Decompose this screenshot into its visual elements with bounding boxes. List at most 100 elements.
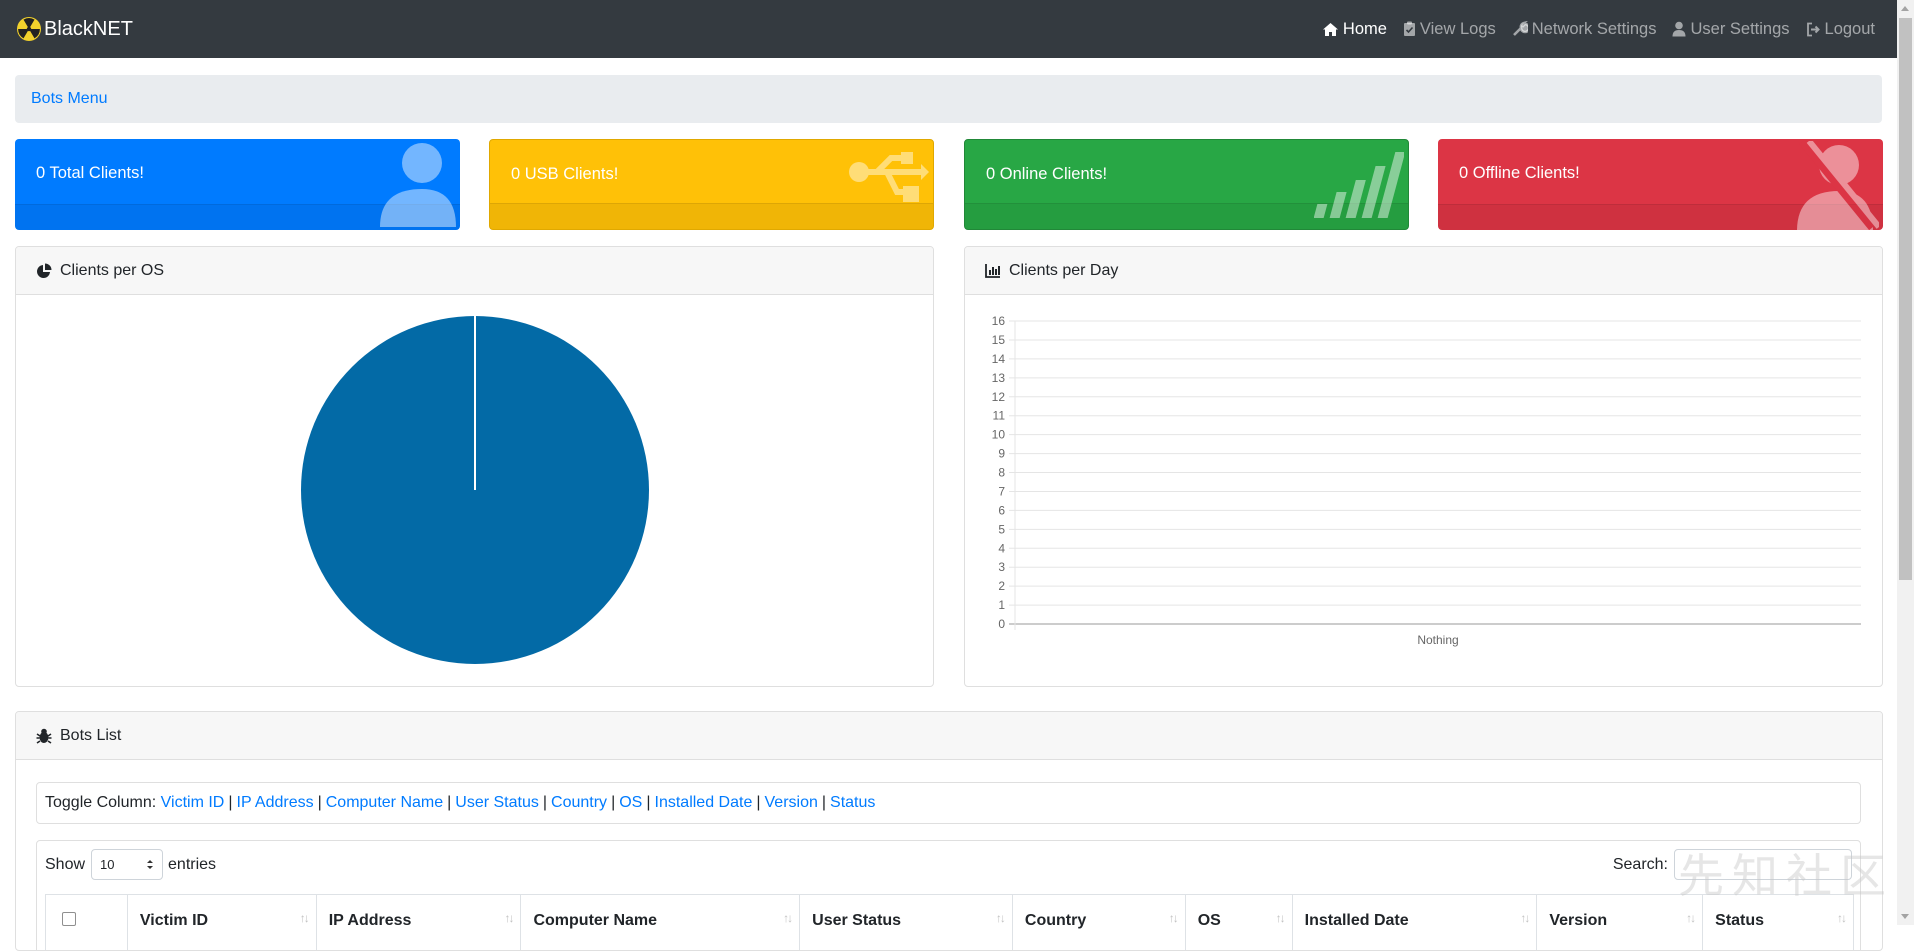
- column-header-label: User Status: [812, 912, 902, 929]
- nav-home[interactable]: Home: [1322, 20, 1387, 39]
- nav-view-logs[interactable]: View Logs: [1403, 20, 1496, 39]
- column-header-os[interactable]: OS ↑↓: [1186, 895, 1293, 950]
- select-all-checkbox[interactable]: [62, 912, 76, 926]
- scrollbar-thumb[interactable]: [1899, 18, 1912, 580]
- vertical-scrollbar[interactable]: [1897, 0, 1914, 925]
- bots-list-panel: Bots List Toggle Column: Victim ID | IP A…: [15, 711, 1883, 951]
- breadcrumb-bots-menu[interactable]: Bots Menu: [31, 90, 107, 108]
- y-tick-label: 12: [992, 390, 1006, 404]
- usb-clients-label: 0 USB Clients!: [511, 165, 619, 183]
- separator: |: [317, 794, 322, 811]
- scroll-down-arrow-icon[interactable]: [1901, 914, 1909, 919]
- y-tick-label: 0: [998, 617, 1005, 631]
- sort-icon: ↑↓: [995, 911, 1006, 925]
- toggle-columns-bar: Toggle Column: Victim ID | IP Address | Co…: [36, 782, 1861, 824]
- nav-network-settings[interactable]: Network Settings: [1512, 19, 1657, 39]
- toggle-country[interactable]: Country: [551, 794, 607, 812]
- toggle-os[interactable]: OS: [619, 794, 642, 812]
- entries-select[interactable]: 10: [91, 849, 164, 880]
- separator: |: [611, 794, 616, 811]
- wrench-icon: [1512, 21, 1528, 36]
- toggle-victim-id[interactable]: Victim ID: [161, 794, 225, 812]
- nav-logout-label: Logout: [1824, 19, 1875, 38]
- separator: |: [447, 794, 452, 811]
- brand-name: BlackNET: [44, 17, 133, 40]
- y-tick-label: 14: [992, 352, 1006, 366]
- entries-label: entries: [168, 855, 217, 873]
- sign-out-icon: [1806, 22, 1820, 36]
- toggle-user-status[interactable]: User Status: [455, 794, 539, 812]
- sort-icon: ↑↓: [783, 911, 793, 925]
- column-header-country[interactable]: Country ↑↓: [1013, 895, 1186, 950]
- offline-clients-label: 0 Offline Clients!: [1459, 164, 1580, 182]
- clients-per-os-panel: Clients per OS: [15, 246, 934, 687]
- column-header-installed-date[interactable]: Installed Date ↑↓: [1293, 895, 1538, 950]
- separator: |: [756, 794, 761, 811]
- user-slash-icon: [1797, 141, 1879, 230]
- toggle-installed-date[interactable]: Installed Date: [655, 794, 753, 812]
- toggle-ip-address[interactable]: IP Address: [237, 794, 314, 812]
- panel-header: Clients per OS: [16, 247, 933, 295]
- select-arrows-icon: [147, 860, 154, 869]
- separator: |: [821, 794, 827, 811]
- separator: |: [228, 794, 233, 811]
- home-icon: [1322, 22, 1338, 36]
- bar-chart-icon: [985, 263, 1000, 278]
- sort-icon: ↑↓: [1520, 911, 1530, 925]
- toggle-version[interactable]: Version: [765, 794, 818, 812]
- column-header-label: OS: [1197, 912, 1221, 929]
- column-header-label: Victim ID: [139, 912, 209, 929]
- online-clients-label: 0 Online Clients!: [986, 165, 1108, 183]
- clients-per-day-panel: Clients per Day 16 15 14 13 12 11 10 9 8 7 6 5 4 3 2 1 0…: [964, 246, 1883, 687]
- breadcrumb: Bots Menu: [15, 75, 1882, 123]
- total-clients-label: 0 Total Clients!: [36, 164, 144, 182]
- radiation-icon: [17, 17, 41, 41]
- sort-icon: ↑↓: [1837, 911, 1847, 925]
- bug-icon: [36, 728, 52, 744]
- clipboard-check-icon: [1403, 21, 1415, 36]
- nav-menu: Home View Logs Network Settings User Set…: [1306, 20, 1875, 39]
- os-pie-chart: [301, 316, 649, 664]
- y-tick-label: 3: [998, 560, 1005, 574]
- online-clients-card[interactable]: 0 Online Clients!: [964, 139, 1409, 230]
- nav-view-logs-label: View Logs: [1419, 19, 1496, 38]
- table-header: Victim ID ↑↓ IP Address ↑↓ Computer Name ↑↓…: [45, 894, 1854, 950]
- user-icon: [380, 143, 456, 227]
- toggle-computer-name[interactable]: Computer Name: [326, 794, 443, 812]
- nav-network-settings-label: Network Settings: [1531, 19, 1657, 38]
- nav-user-settings[interactable]: User Settings: [1672, 19, 1790, 39]
- column-header-user-status[interactable]: User Status ↑↓: [800, 895, 1013, 950]
- separator: |: [646, 794, 651, 811]
- column-header-label: IP Address: [328, 912, 412, 929]
- nav-user-settings-label: User Settings: [1690, 19, 1790, 38]
- nav-home-label: Home: [1342, 19, 1387, 38]
- column-header-victim-id[interactable]: Victim ID ↑↓: [128, 895, 317, 950]
- entries-select-value: 10: [100, 857, 115, 872]
- y-tick-label: 10: [992, 428, 1006, 442]
- clients-per-day-chart: 161514131211109876543210Nothing: [992, 314, 1861, 647]
- usb-clients-card[interactable]: 0 USB Clients!: [489, 139, 934, 230]
- y-tick-label: 6: [998, 503, 1005, 517]
- brand-link[interactable]: BlackNET: [16, 16, 133, 42]
- datatable-wrapper: Show 10 entries Search: Victim ID ↑↓ IP A…: [36, 840, 1861, 950]
- total-clients-card[interactable]: 0 Total Clients!: [15, 139, 460, 230]
- sort-icon: ↑↓: [1686, 911, 1696, 925]
- panel-header: Clients per Day: [965, 247, 1882, 295]
- column-header-label: Status: [1715, 912, 1765, 929]
- y-tick-label: 4: [998, 541, 1005, 555]
- toggle-status[interactable]: Status: [830, 794, 875, 812]
- sort-icon: ↑↓: [1275, 911, 1286, 925]
- column-header-computer-name[interactable]: Computer Name ↑↓: [521, 895, 801, 950]
- toggle-columns-label: Toggle Column:: [45, 794, 157, 811]
- sort-icon: ↑↓: [1168, 911, 1179, 925]
- column-header-label: Version: [1549, 912, 1608, 929]
- entries-length-control: Show 10 entries: [45, 849, 216, 880]
- offline-clients-card[interactable]: 0 Offline Clients!: [1438, 139, 1883, 230]
- column-header-label: Country: [1024, 912, 1087, 929]
- pie-chart-icon: [37, 263, 52, 278]
- panel-header: Bots List: [16, 712, 1882, 760]
- nav-logout[interactable]: Logout: [1806, 20, 1875, 39]
- scroll-up-arrow-icon[interactable]: [1901, 6, 1909, 11]
- column-header-ip-address[interactable]: IP Address ↑↓: [317, 895, 522, 950]
- y-tick-label: 13: [992, 371, 1006, 385]
